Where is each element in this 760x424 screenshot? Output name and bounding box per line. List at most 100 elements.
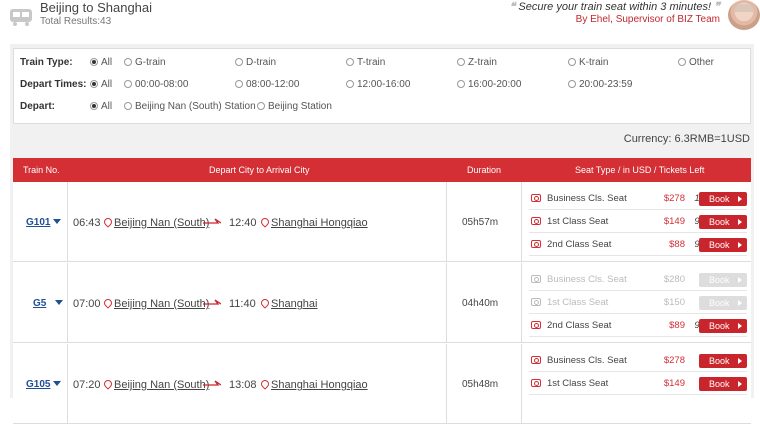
book-button[interactable]: Book bbox=[699, 319, 747, 333]
location-pin-icon bbox=[259, 378, 271, 390]
depart-station-filter: Depart: All Beijing Nan (South) Station … bbox=[14, 97, 750, 117]
col-seat-type: Seat Type / in USD / Tickets Left bbox=[575, 165, 705, 175]
depart-times-filter: Depart Times: All 00:00-08:00 08:00-12:0… bbox=[14, 75, 750, 95]
table-row: G105 07:20 Beijing Nan (South) 13:08 Sha… bbox=[13, 344, 751, 424]
book-button[interactable]: Book bbox=[699, 192, 747, 206]
currency-rate: Currency: 6.3RMB=1USD bbox=[623, 133, 750, 145]
seat-option: 1st Class Seat$1500Book bbox=[529, 292, 747, 314]
depart-time: 07:20 bbox=[73, 379, 101, 391]
train-type-filter: Train Type: All G-train D-train T-train … bbox=[14, 53, 750, 73]
camera-icon[interactable] bbox=[531, 240, 541, 248]
table-row: G101 06:43 Beijing Nan (South) 12:40 Sha… bbox=[13, 182, 751, 262]
depart-time-all[interactable]: All bbox=[90, 79, 112, 90]
arrive-time: 13:08 bbox=[229, 379, 257, 391]
depart-station-link[interactable]: Beijing Nan (South) bbox=[102, 378, 209, 391]
camera-icon[interactable] bbox=[531, 217, 541, 225]
radio-icon bbox=[346, 80, 354, 88]
total-results: Total Results:43 bbox=[40, 16, 112, 27]
seat-option: Business Cls. Seat$2787Book bbox=[529, 350, 747, 372]
depart-time-0000[interactable]: 00:00-08:00 bbox=[124, 79, 188, 90]
depart-time-0800[interactable]: 08:00-12:00 bbox=[235, 79, 299, 90]
book-button[interactable]: Book bbox=[699, 215, 747, 229]
seat-option: 2nd Class Seat$8899Book bbox=[529, 234, 747, 256]
radio-icon bbox=[678, 58, 686, 66]
radio-icon bbox=[235, 80, 243, 88]
arrow-icon bbox=[203, 380, 221, 386]
filter-label: Depart Times: bbox=[20, 79, 87, 90]
duration: 05h57m bbox=[462, 217, 499, 228]
seat-list: Business Cls. Seat$2800Book 1st Class Se… bbox=[525, 263, 751, 343]
train-type-z[interactable]: Z-train bbox=[457, 57, 497, 68]
filter-label: Train Type: bbox=[20, 57, 73, 68]
seat-list: Business Cls. Seat$2787Book 1st Class Se… bbox=[525, 344, 751, 424]
radio-icon bbox=[90, 58, 98, 66]
quote-close-icon: ❞ bbox=[711, 1, 720, 13]
duration: 04h40m bbox=[462, 298, 499, 309]
radio-icon bbox=[235, 58, 243, 66]
arrive-station-link[interactable]: Shanghai Hongqiao bbox=[259, 378, 368, 391]
train-icon bbox=[10, 9, 32, 26]
arrive-station-link[interactable]: Shanghai Hongqiao bbox=[259, 216, 368, 229]
train-type-all[interactable]: All bbox=[90, 57, 112, 68]
camera-icon bbox=[531, 298, 541, 306]
results-panel: Train Type: All G-train D-train T-train … bbox=[10, 44, 754, 424]
table-row: G5 07:00 Beijing Nan (South) 11:40 Shang… bbox=[13, 263, 751, 343]
seat-option: 1st Class Seat$1499Book bbox=[529, 373, 747, 395]
location-pin-icon bbox=[259, 297, 271, 309]
col-train-no: Train No. bbox=[23, 165, 60, 175]
page-header: Beijing to Shanghai Total Results:43 ❝ S… bbox=[0, 0, 760, 40]
train-type-d[interactable]: D-train bbox=[235, 57, 276, 68]
location-pin-icon bbox=[102, 297, 114, 309]
radio-icon bbox=[568, 58, 576, 66]
filter-box: Train Type: All G-train D-train T-train … bbox=[13, 48, 751, 124]
depart-station-nan[interactable]: Beijing Nan (South) Station bbox=[124, 101, 256, 112]
camera-icon bbox=[531, 275, 541, 283]
chevron-down-icon bbox=[53, 381, 62, 386]
arrow-icon bbox=[203, 218, 221, 224]
avatar bbox=[728, 0, 760, 30]
camera-icon[interactable] bbox=[531, 321, 541, 329]
depart-station-beijing[interactable]: Beijing Station bbox=[257, 101, 332, 112]
duration: 05h48m bbox=[462, 379, 499, 390]
train-type-g[interactable]: G-train bbox=[124, 57, 166, 68]
arrive-station-link[interactable]: Shanghai bbox=[259, 297, 318, 310]
radio-icon bbox=[124, 102, 132, 110]
table-header: Train No. Depart City to Arrival City Du… bbox=[13, 158, 751, 182]
promo-author: By Ehel, Supervisor of BIZ Team bbox=[575, 14, 720, 25]
depart-time: 06:43 bbox=[73, 217, 101, 229]
radio-icon bbox=[90, 102, 98, 110]
book-button[interactable]: Book bbox=[699, 354, 747, 368]
train-number-link[interactable]: G5 bbox=[33, 298, 64, 309]
depart-station-link[interactable]: Beijing Nan (South) bbox=[102, 297, 209, 310]
book-button[interactable]: Book bbox=[699, 238, 747, 252]
arrow-icon bbox=[203, 299, 221, 305]
depart-time-1200[interactable]: 12:00-16:00 bbox=[346, 79, 410, 90]
location-pin-icon bbox=[259, 216, 271, 228]
camera-icon[interactable] bbox=[531, 379, 541, 387]
book-button-disabled: Book bbox=[699, 296, 747, 310]
book-button[interactable]: Book bbox=[699, 377, 747, 391]
results-table: Train No. Depart City to Arrival City Du… bbox=[13, 158, 751, 424]
depart-time: 07:00 bbox=[73, 298, 101, 310]
train-type-t[interactable]: T-train bbox=[346, 57, 385, 68]
location-pin-icon bbox=[102, 378, 114, 390]
filter-label: Depart: bbox=[20, 101, 56, 112]
depart-time-2000[interactable]: 20:00-23:59 bbox=[568, 79, 632, 90]
chevron-down-icon bbox=[53, 219, 62, 224]
seat-option: Business Cls. Seat$2800Book bbox=[529, 269, 747, 291]
route-title: Beijing to Shanghai bbox=[40, 0, 153, 15]
train-type-k[interactable]: K-train bbox=[568, 57, 608, 68]
radio-icon bbox=[568, 80, 576, 88]
col-duration: Duration bbox=[467, 165, 502, 175]
train-number-link[interactable]: G105 bbox=[26, 379, 62, 390]
radio-icon bbox=[90, 80, 98, 88]
depart-time-1600[interactable]: 16:00-20:00 bbox=[457, 79, 521, 90]
camera-icon[interactable] bbox=[531, 356, 541, 364]
depart-station-all[interactable]: All bbox=[90, 101, 112, 112]
train-type-other[interactable]: Other bbox=[678, 57, 714, 68]
camera-icon[interactable] bbox=[531, 194, 541, 202]
depart-station-link[interactable]: Beijing Nan (South) bbox=[102, 216, 209, 229]
train-number-link[interactable]: G101 bbox=[26, 217, 62, 228]
radio-icon bbox=[124, 80, 132, 88]
location-pin-icon bbox=[102, 216, 114, 228]
